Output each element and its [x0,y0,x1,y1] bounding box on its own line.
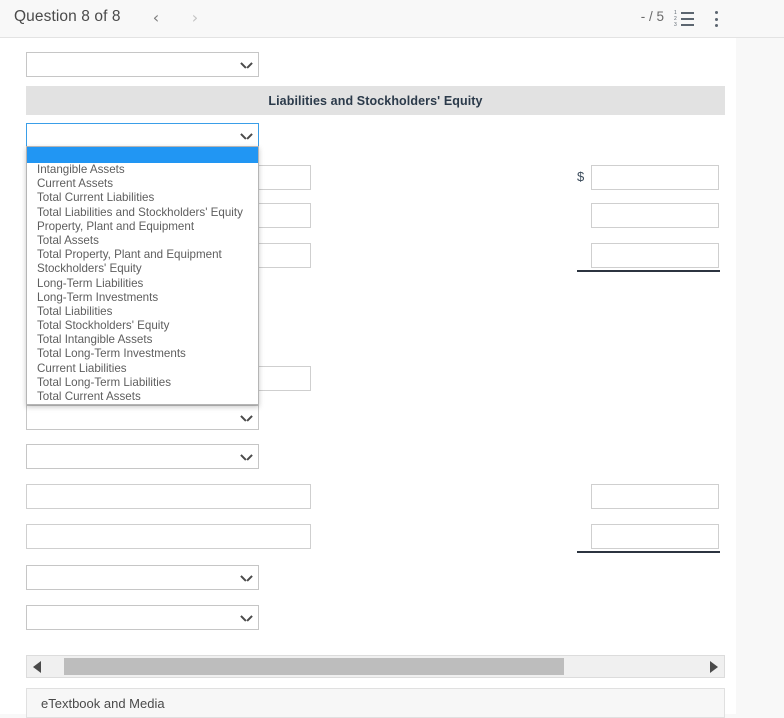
dropdown-option[interactable]: Total Assets [27,234,258,248]
page-title: Question 8 of 8 [14,8,121,25]
chevron-down-icon [241,415,252,422]
dropdown-option[interactable] [27,147,258,163]
account-dropdown-list[interactable]: Intangible Assets Current Assets Total Cur… [26,146,259,406]
triangle-right-icon[interactable] [704,656,724,677]
dropdown-option[interactable]: Property, Plant and Equipment [27,220,258,234]
amount-input-9[interactable] [26,524,311,549]
chevron-down-icon [241,62,252,69]
dropdown-option[interactable]: Total Intangible Assets [27,333,258,347]
account-select-3[interactable] [26,405,259,430]
account-select-6[interactable] [26,605,259,630]
chevron-down-icon [241,615,252,622]
kebab-menu-icon[interactable] [706,8,728,30]
amount-input-6[interactable] [591,203,719,228]
horizontal-scrollbar[interactable] [26,655,725,678]
dropdown-option[interactable]: Intangible Assets [27,163,258,177]
amount-input-8[interactable] [26,484,311,509]
scrollbar-thumb[interactable] [64,658,564,675]
score-display: - / 5 [640,9,664,24]
account-select-1[interactable] [26,52,259,77]
chevron-down-icon [241,133,252,140]
right-gutter [736,38,784,714]
chevron-down-icon [241,454,252,461]
chevron-left-icon[interactable]: ‹ [144,6,168,30]
amount-input-5[interactable] [591,165,719,190]
subtotal-rule-2 [577,551,720,553]
etextbook-label: eTextbook and Media [41,695,165,711]
dropdown-option[interactable]: Total Liabilities and Stockholders' Equi… [27,206,258,220]
amount-input-11[interactable] [591,524,719,549]
account-select-5[interactable] [26,565,259,590]
dropdown-option[interactable]: Total Current Assets [27,390,258,404]
amount-input-7[interactable] [591,243,719,268]
question-content-panel: Liabilities and Stockholders' Equity $ e… [0,38,736,718]
subtotal-rule-1 [577,270,720,272]
dropdown-option[interactable]: Long-Term Investments [27,291,258,305]
dropdown-option[interactable]: Total Long-Term Liabilities [27,376,258,390]
account-select-4[interactable] [26,444,259,469]
dropdown-option[interactable]: Current Assets [27,177,258,191]
amount-input-10[interactable] [591,484,719,509]
question-header-bar: Question 8 of 8 ‹ › - / 5 1 2 3 [0,0,784,38]
chevron-right-icon[interactable]: › [183,6,207,30]
dropdown-option[interactable]: Total Stockholders' Equity [27,319,258,333]
dropdown-option[interactable]: Total Property, Plant and Equipment [27,248,258,262]
section-header-liabilities-equity: Liabilities and Stockholders' Equity [26,86,725,115]
dropdown-option[interactable]: Total Current Liabilities [27,191,258,205]
dropdown-option[interactable]: Long-Term Liabilities [27,277,258,291]
dropdown-option[interactable]: Stockholders' Equity [27,262,258,276]
currency-symbol: $ [577,169,585,184]
triangle-left-icon[interactable] [27,656,47,677]
dropdown-option[interactable]: Current Liabilities [27,362,258,376]
numbered-list-icon[interactable]: 1 2 3 [674,8,696,30]
dropdown-option[interactable]: Total Liabilities [27,305,258,319]
account-select-2[interactable] [26,123,259,148]
chevron-down-icon [241,575,252,582]
dropdown-option[interactable]: Total Long-Term Investments [27,347,258,361]
